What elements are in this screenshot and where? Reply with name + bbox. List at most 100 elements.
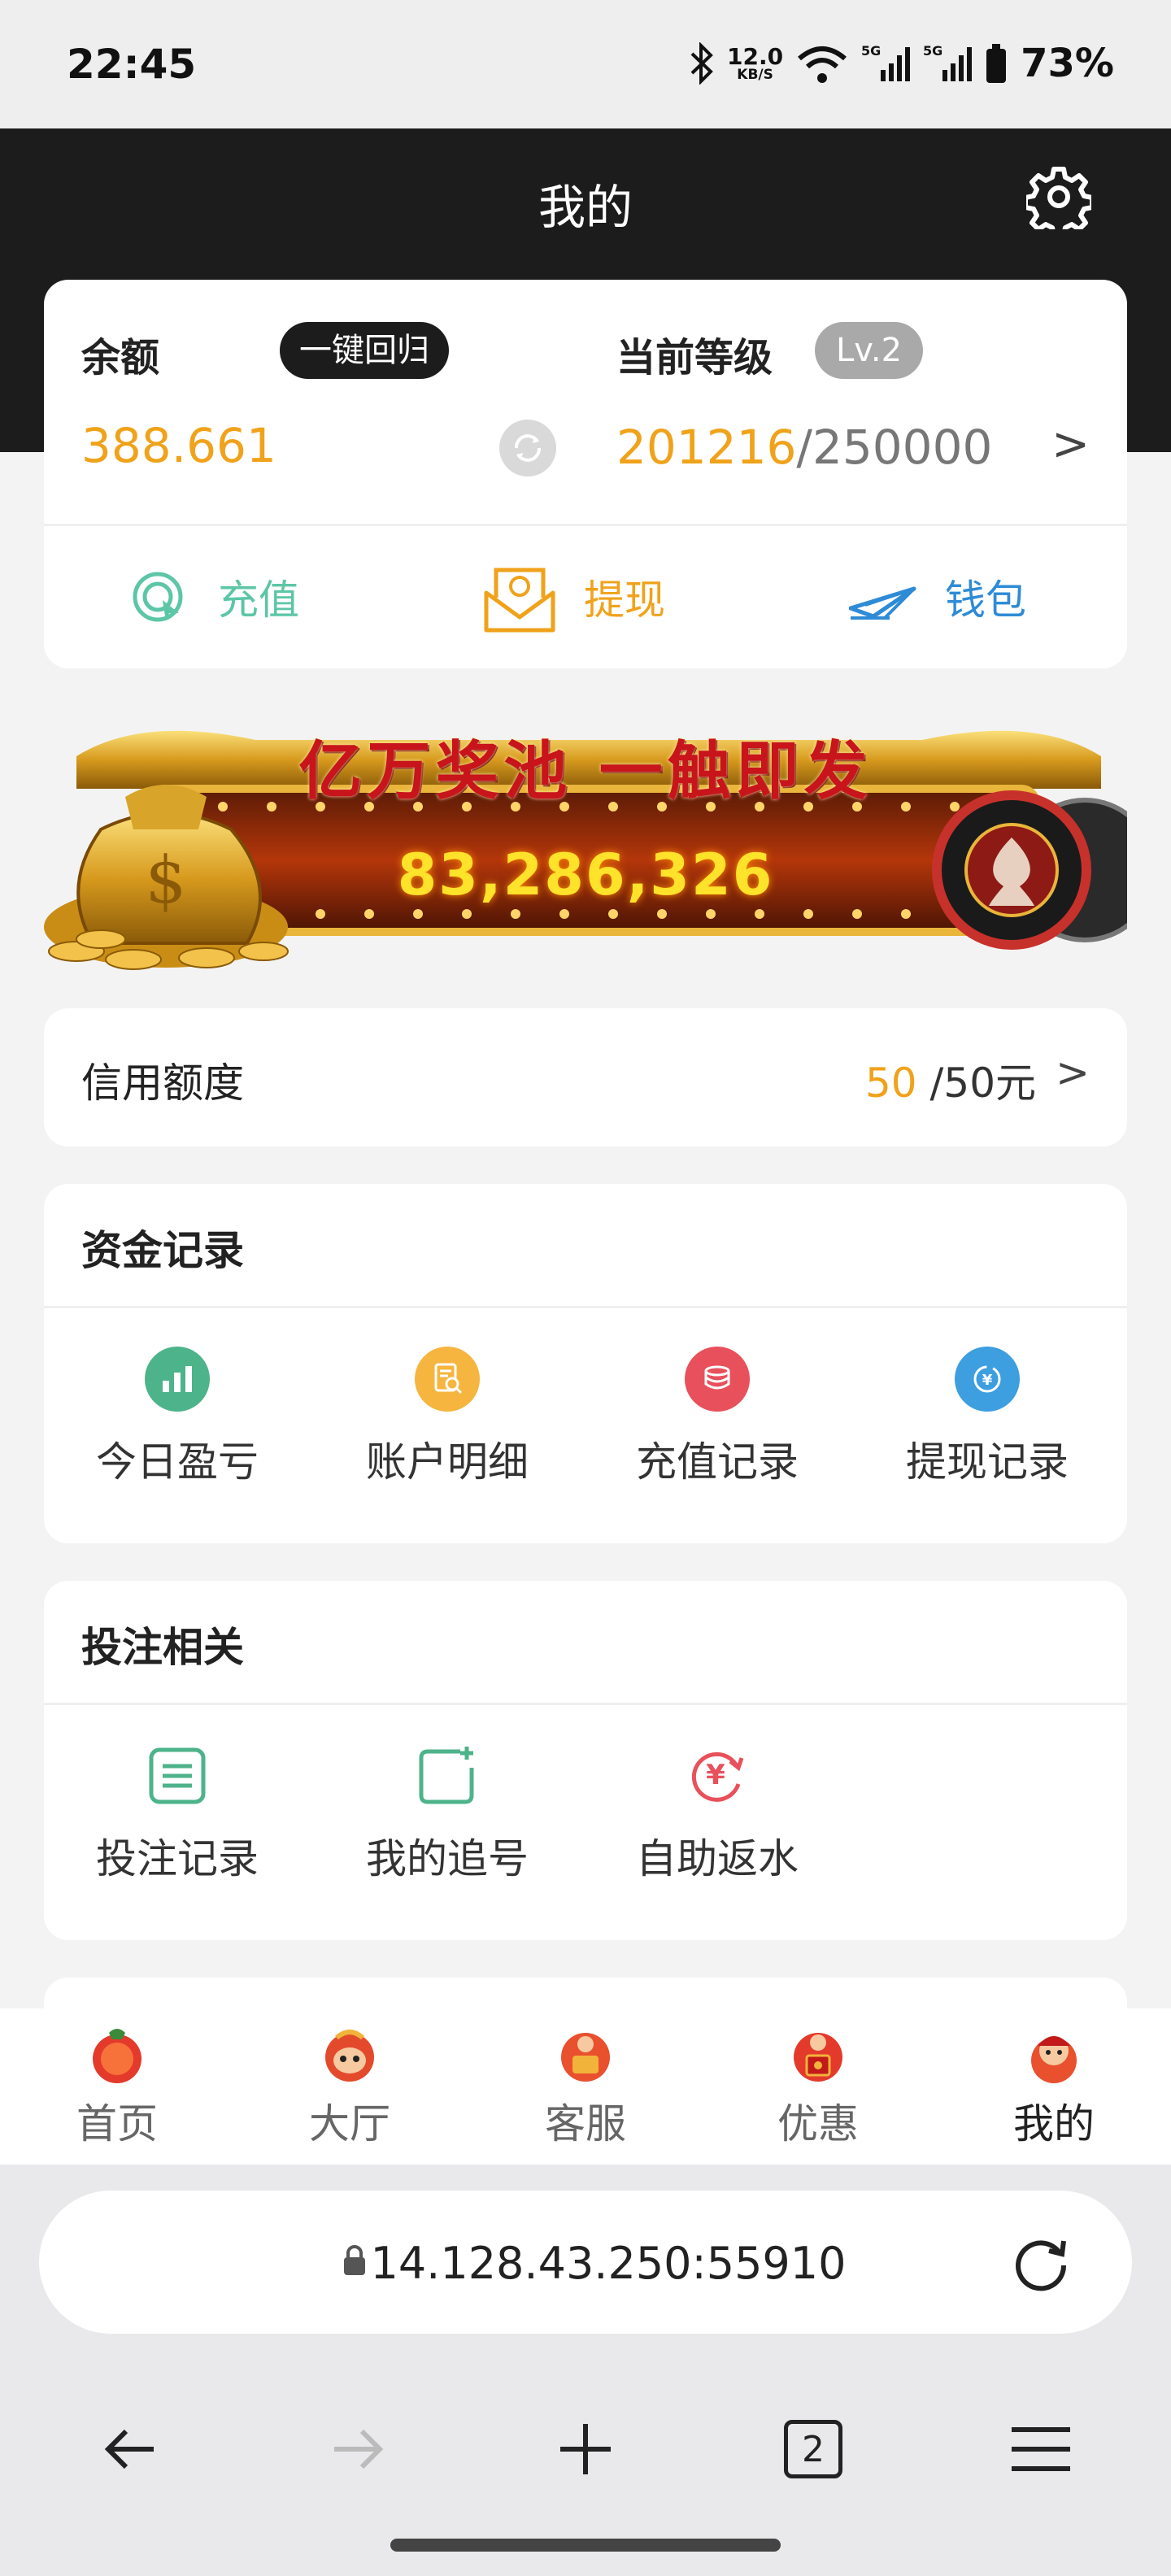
forward-arrow-icon bbox=[334, 2429, 384, 2469]
self-rebate-button[interactable]: ¥ 自助返水 bbox=[595, 1743, 839, 1885]
level-label: 当前等级 bbox=[616, 335, 773, 381]
bar-chart-icon bbox=[145, 1347, 210, 1412]
yen-refresh-icon: ¥ bbox=[691, 1751, 744, 1802]
level-current: 201216 bbox=[616, 420, 797, 475]
balance-card: 余额 一键回归 当前等级 Lv.2 388.661 201216/250000 … bbox=[44, 280, 1127, 668]
funds-records-card: 资金记录 今日盈亏 账户明细 充值记录 ¥ 提现记录 bbox=[44, 1184, 1127, 1543]
tab-service-label: 客服 bbox=[545, 2100, 626, 2147]
funds-section-title: 资金记录 bbox=[81, 1227, 244, 1274]
tab-home-label: 首页 bbox=[76, 2100, 158, 2147]
status-icons: 12.0 KB/S 5G 5G 73% bbox=[690, 37, 1114, 89]
menu-button[interactable] bbox=[992, 2400, 1090, 2498]
address-bar[interactable]: 14.128.43.250:55910 bbox=[39, 2191, 1132, 2334]
balance-amount: 388.661 bbox=[81, 418, 276, 473]
one-click-recall-button[interactable]: 一键回归 bbox=[280, 322, 449, 379]
refresh-balance-button[interactable] bbox=[499, 420, 556, 476]
back-button[interactable] bbox=[81, 2400, 179, 2498]
credit-current: 50 bbox=[865, 1060, 917, 1107]
reload-icon[interactable] bbox=[1008, 2231, 1073, 2296]
jackpot-amount: 83,286,326 bbox=[397, 842, 774, 908]
credit-limit-row[interactable]: 信用额度 50 /50元 > bbox=[44, 1008, 1127, 1147]
self-rebate-label: 自助返水 bbox=[636, 1835, 799, 1882]
service-mascot-icon bbox=[561, 2033, 610, 2082]
profile-mascot-icon bbox=[1031, 2036, 1077, 2083]
recharge-record-label: 充值记录 bbox=[636, 1438, 799, 1486]
recharge-icon bbox=[133, 572, 183, 622]
svg-text:5G: 5G bbox=[923, 43, 942, 59]
divider bbox=[44, 1703, 1127, 1705]
new-tab-button[interactable] bbox=[537, 2400, 634, 2498]
recharge-record-button[interactable]: 充值记录 bbox=[595, 1347, 839, 1488]
url-text: 14.128.43.250:55910 bbox=[370, 2238, 847, 2289]
level-max: 250000 bbox=[812, 420, 993, 475]
tab-home[interactable]: 首页 bbox=[44, 2023, 190, 2150]
svg-text:¥: ¥ bbox=[982, 1372, 993, 1389]
account-detail-label: 账户明细 bbox=[366, 1438, 529, 1486]
recharge-button[interactable]: 充值 bbox=[125, 556, 299, 637]
document-search-icon bbox=[415, 1347, 480, 1412]
tab-profile-label: 我的 bbox=[1013, 2100, 1095, 2147]
level-badge: Lv.2 bbox=[815, 322, 924, 379]
account-detail-button[interactable]: 账户明细 bbox=[325, 1347, 569, 1488]
withdraw-label: 提现 bbox=[584, 577, 665, 624]
add-square-icon bbox=[419, 1747, 474, 1804]
divider bbox=[44, 524, 1127, 526]
tabs-button[interactable]: 2 bbox=[764, 2400, 862, 2498]
bet-record-button[interactable]: 投注记录 bbox=[55, 1743, 299, 1885]
bet-record-label: 投注记录 bbox=[96, 1835, 259, 1882]
recharge-label: 充值 bbox=[218, 577, 299, 624]
page-title: 我的 bbox=[538, 180, 633, 235]
tab-hall-label: 大厅 bbox=[309, 2100, 390, 2147]
divider bbox=[44, 1306, 1127, 1308]
withdraw-button[interactable]: 提现 bbox=[483, 556, 665, 637]
credit-label: 信用额度 bbox=[81, 1060, 244, 1107]
tab-service[interactable]: 客服 bbox=[512, 2023, 659, 2150]
level-progress: 201216/250000 bbox=[616, 420, 993, 475]
yen-exchange-icon: ¥ bbox=[955, 1347, 1020, 1412]
jackpot-title: 亿万奖池 一触即发 bbox=[298, 735, 873, 808]
today-profit-button[interactable]: 今日盈亏 bbox=[55, 1347, 299, 1488]
battery-percent: 73% bbox=[1021, 41, 1114, 86]
back-arrow-icon bbox=[104, 2429, 154, 2469]
tab-promo-label: 优惠 bbox=[777, 2100, 859, 2147]
svg-text:¥: ¥ bbox=[706, 1759, 725, 1791]
tab-promo[interactable]: 优惠 bbox=[745, 2023, 891, 2150]
withdraw-record-button[interactable]: ¥ 提现记录 bbox=[865, 1347, 1109, 1488]
battery-icon bbox=[985, 40, 1008, 87]
status-bar: 22:45 12.0 KB/S 5G 5G 73% bbox=[0, 0, 1171, 128]
withdraw-record-label: 提现记录 bbox=[906, 1438, 1069, 1486]
promo-mascot-icon bbox=[794, 2033, 842, 2082]
signal-5g-icon: 5G bbox=[861, 40, 911, 87]
wifi-icon bbox=[796, 40, 848, 87]
bottom-tab-bar: 首页 大厅 客服 优惠 我的 bbox=[0, 2008, 1171, 2165]
net-speed: 12.0 KB/S bbox=[727, 42, 784, 83]
signal-5g-icon: 5G bbox=[923, 40, 973, 87]
hall-mascot-icon bbox=[325, 2030, 374, 2082]
credit-max: /50元 bbox=[929, 1060, 1036, 1107]
hamburger-menu-icon bbox=[1012, 2427, 1070, 2471]
browser-chrome: 14.128.43.250:55910 2 bbox=[0, 2165, 1171, 2576]
jackpot-banner[interactable]: $ 亿万奖池 一触即发 83,286,326 bbox=[44, 707, 1127, 977]
plus-icon bbox=[560, 2424, 611, 2474]
betting-card: 投注相关 投注记录 我的追号 ¥ 自助返水 bbox=[44, 1581, 1127, 1940]
home-mascot-icon bbox=[93, 2029, 141, 2083]
wallet-button[interactable]: 钱包 bbox=[849, 556, 1026, 637]
wallet-plane-icon bbox=[849, 586, 916, 620]
level-chevron-icon[interactable]: > bbox=[1051, 418, 1090, 471]
balance-label: 余额 bbox=[81, 335, 160, 381]
chase-number-button[interactable]: 我的追号 bbox=[325, 1743, 569, 1885]
betting-section-title: 投注相关 bbox=[81, 1624, 244, 1671]
list-icon bbox=[149, 1747, 206, 1804]
credit-chevron-icon: > bbox=[1056, 1049, 1090, 1096]
credit-value: 50 /50元 bbox=[865, 1051, 1036, 1109]
bluetooth-icon bbox=[690, 40, 714, 87]
tab-hall[interactable]: 大厅 bbox=[276, 2023, 423, 2150]
home-indicator bbox=[390, 2539, 781, 2552]
wallet-label: 钱包 bbox=[945, 577, 1026, 624]
forward-button[interactable] bbox=[309, 2400, 407, 2498]
tab-profile[interactable]: 我的 bbox=[981, 2023, 1127, 2150]
status-time: 22:45 bbox=[67, 41, 197, 88]
tab-count: 2 bbox=[784, 2420, 842, 2478]
svg-text:5G: 5G bbox=[861, 43, 881, 59]
gear-icon[interactable] bbox=[1026, 164, 1091, 229]
